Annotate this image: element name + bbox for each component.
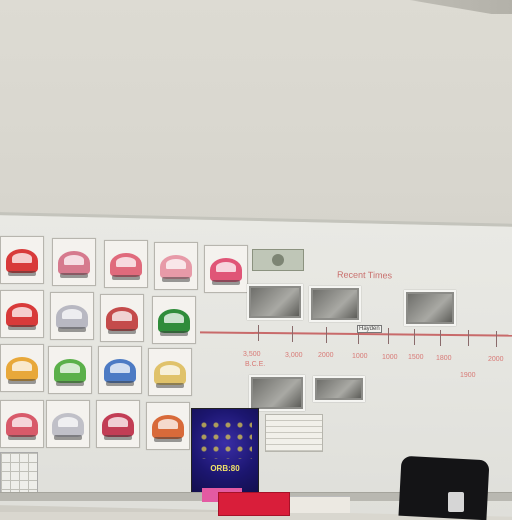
photo-print [309, 286, 361, 322]
bug-card [52, 238, 96, 286]
beetle-car-drawing [110, 253, 142, 280]
timeline-heading: Recent Times [336, 269, 393, 281]
timeline-label: 2000 [488, 356, 504, 363]
beetle-car-drawing [102, 413, 134, 440]
timeline-tick [388, 328, 389, 344]
bug-card [104, 240, 148, 288]
beetle-car-drawing [58, 251, 90, 278]
beetle-car-drawing [106, 307, 138, 334]
event-poster: ORB:80 [191, 408, 259, 496]
bug-card [100, 294, 144, 342]
beetle-car-drawing [160, 255, 192, 282]
photo-image [253, 379, 301, 407]
photo-print [249, 375, 305, 411]
timeline-label: 3,000 [285, 352, 303, 359]
bug-card [98, 346, 142, 394]
lined-note-sheet [265, 414, 323, 452]
timeline-label: 3,500 [243, 351, 261, 358]
bug-card [96, 400, 140, 448]
timeline-label: 2000 [318, 352, 334, 359]
timeline-tick [440, 330, 441, 346]
beetle-car-drawing [210, 258, 242, 285]
dollar-bill [252, 249, 304, 271]
timeline-box-label: Hayden [357, 325, 382, 333]
bug-card [48, 346, 92, 394]
poster-graphic [198, 419, 252, 459]
beetle-car-drawing [154, 361, 186, 388]
photo-image [251, 288, 299, 316]
timeline-tick [292, 326, 293, 342]
bug-card [0, 236, 44, 284]
bug-card [154, 242, 198, 290]
timeline-label: 1000 [382, 354, 398, 361]
timeline-tick [414, 329, 415, 345]
beetle-car-drawing [6, 357, 38, 384]
bug-card [204, 245, 248, 293]
beetle-car-drawing [158, 309, 190, 336]
photo-image [313, 290, 357, 318]
red-bag [218, 492, 290, 516]
timeline-label: 1800 [436, 355, 452, 362]
bug-card [46, 400, 90, 448]
photo-image [317, 380, 361, 398]
photo-print [404, 290, 456, 326]
timeline-label: 1900 [460, 372, 476, 379]
poster-title: ORB:80 [210, 464, 240, 473]
beetle-car-drawing [56, 305, 88, 332]
beetle-car-drawing [6, 249, 38, 276]
photo-print [313, 376, 365, 402]
bug-card [0, 290, 44, 338]
beetle-car-drawing [6, 413, 38, 440]
photo-print [247, 284, 303, 320]
beetle-car-drawing [104, 359, 136, 386]
bug-card [148, 348, 192, 396]
timeline-tick [496, 331, 497, 347]
bug-card [152, 296, 196, 344]
paper-stack [290, 496, 350, 513]
timeline-tick [468, 330, 469, 346]
timeline-tick [258, 325, 259, 341]
photo-image [408, 294, 452, 322]
beetle-car-drawing [52, 413, 84, 440]
desk-object [448, 492, 464, 512]
bug-card [146, 402, 190, 450]
timeline-label: 1000 [352, 353, 368, 360]
bug-card [0, 344, 44, 392]
timeline-label: 1500 [408, 354, 424, 361]
bug-card [50, 292, 94, 340]
bug-card [0, 400, 44, 448]
beetle-car-drawing [6, 303, 38, 330]
beetle-car-drawing [54, 359, 86, 386]
timeline-tick [326, 327, 327, 343]
office-chair [398, 455, 490, 520]
beetle-car-drawing [152, 415, 184, 442]
timeline-label: B.C.E. [245, 361, 266, 368]
